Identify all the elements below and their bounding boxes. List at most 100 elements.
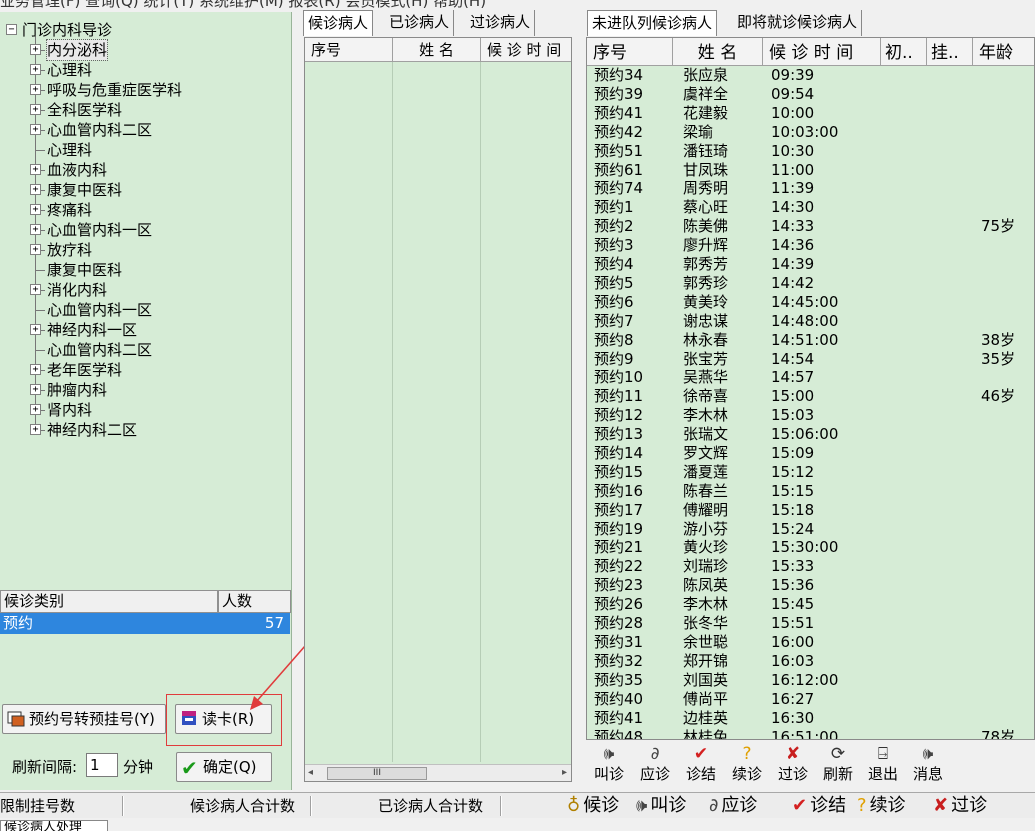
table-row[interactable]: 预约4 郭秀芳 14:39 (587, 255, 1034, 274)
refresh-interval-input[interactable] (86, 753, 118, 777)
table-row[interactable]: 预约28 张冬华 15:51 (587, 614, 1034, 633)
expand-icon[interactable]: + (30, 124, 41, 135)
table-row[interactable]: 预约23 陈凤英 15:36 (587, 576, 1034, 595)
collapse-icon[interactable]: − (6, 24, 17, 35)
expand-icon[interactable]: + (30, 384, 41, 395)
scroll-right-arrow-icon[interactable]: ▸ (562, 765, 567, 781)
table-row[interactable]: 预约74 周秀明 11:39 (587, 179, 1034, 198)
table-row[interactable]: 预约7 谢忠谋 14:48:00 (587, 312, 1034, 331)
not-queued-patient-grid[interactable]: 序号 姓 名 候 诊 时 间 初.. 挂.. 年龄 预约34 张应泉 09:39 预约… (586, 37, 1035, 740)
tree-node-label: 肿瘤内科 (47, 381, 108, 399)
department-tree[interactable]: − 门诊内科导诊 + 内分泌科 + 心理科 + 呼吸与危重症医学科 + 全科医学科 + 心血管内科二区… (0, 16, 292, 586)
toolbar-button-8[interactable]: 🕪 消息 (906, 743, 950, 787)
table-row[interactable]: 预约32 郑开锦 16:03 (587, 652, 1034, 671)
toolbar-button-4[interactable]: ? 续诊 (725, 743, 769, 787)
tab-waiting[interactable]: 候诊病人 (303, 10, 374, 36)
confirm-button[interactable]: ✔ 确定(Q) (176, 752, 272, 782)
table-row[interactable]: 预约13 张瑞文 15:06:00 (587, 425, 1034, 444)
table-row[interactable]: 预约48 林桂兔 16:51:00 78岁 (587, 728, 1034, 739)
tree-node-label: 疼痛科 (47, 201, 93, 219)
tab-missed[interactable]: 过诊病人 (466, 10, 536, 36)
cell-name: 周秀明 (683, 179, 729, 197)
toolbar-button-3[interactable]: ✔ 诊结 (679, 743, 723, 787)
toolbar-button-2[interactable]: ∂ 应诊 (633, 743, 677, 787)
expand-icon[interactable]: + (30, 284, 41, 295)
expand-icon[interactable]: + (30, 324, 41, 335)
table-row[interactable]: 预约26 李木林 15:45 (587, 595, 1034, 614)
table-row[interactable]: 预约21 黄火珍 15:30:00 (587, 538, 1034, 557)
expand-icon[interactable]: + (30, 164, 41, 175)
cell-time: 15:18 (771, 501, 815, 519)
expand-icon[interactable]: + (30, 404, 41, 415)
table-row[interactable]: 预约39 虞祥全 09:54 (587, 85, 1034, 104)
cell-time: 15:06:00 (771, 425, 839, 443)
table-row[interactable]: 预约9 张宝芳 14:54 35岁 (587, 350, 1034, 369)
toolbar-button-6[interactable]: ⟳ 刷新 (816, 743, 860, 787)
col-header-category[interactable]: 候诊类别 (0, 590, 218, 613)
cell-name: 黄美玲 (683, 293, 729, 311)
tab-upcoming[interactable]: 即将就诊候诊病人 (733, 10, 863, 36)
waiting-patient-grid[interactable]: 序号 姓 名 候 诊 时 间 ◂ III ▸ (304, 37, 572, 782)
table-row[interactable]: 预约41 边桂英 16:30 (587, 709, 1034, 728)
expand-icon[interactable]: + (30, 184, 41, 195)
col-header-time[interactable]: 候 诊 时 间 (481, 38, 571, 62)
table-row[interactable]: 预约17 傅耀明 15:18 (587, 501, 1034, 520)
col-header-first-visit[interactable]: 初.. (881, 38, 927, 66)
table-row[interactable]: 预约41 花建毅 10:00 (587, 104, 1034, 123)
col-header-age[interactable]: 年龄 (973, 38, 1034, 66)
col-header-time[interactable]: 候 诊 时 间 (763, 38, 881, 66)
table-row[interactable]: 预约10 吴燕华 14:57 (587, 368, 1034, 387)
expand-icon[interactable]: + (30, 44, 41, 55)
scroll-left-arrow-icon[interactable]: ◂ (308, 765, 313, 781)
expand-icon[interactable]: + (30, 364, 41, 375)
table-row[interactable]: 预约42 梁瑜 10:03:00 (587, 123, 1034, 142)
stethoscope-icon: ∂ (709, 795, 719, 816)
checkmark-icon: ✔ (792, 795, 808, 816)
table-row[interactable]: 预约16 陈春兰 15:15 (587, 482, 1034, 501)
col-header-number[interactable]: 序号 (305, 38, 393, 62)
table-row[interactable]: 预约14 罗文辉 15:09 (587, 444, 1034, 463)
table-row[interactable]: 预约35 刘国英 16:12:00 (587, 671, 1034, 690)
col-header-name[interactable]: 姓 名 (673, 38, 763, 66)
table-row[interactable]: 预约15 潘夏莲 15:12 (587, 463, 1034, 482)
table-row[interactable]: 预约12 李木林 15:03 (587, 406, 1034, 425)
table-row[interactable]: 预约3 廖升辉 14:36 (587, 236, 1034, 255)
expand-icon[interactable]: + (30, 104, 41, 115)
menu-bar[interactable]: 业务管理(F) 查询(Q) 统计(T) 系统维护(M) 报表(R) 会员模式(H… (0, 0, 1035, 8)
table-row[interactable]: 预约22 刘瑞珍 15:33 (587, 557, 1034, 576)
expand-icon[interactable]: + (30, 424, 41, 435)
scroll-thumb[interactable]: III (327, 767, 427, 780)
table-row[interactable]: 预约 57 (0, 613, 290, 634)
col-header-name[interactable]: 姓 名 (393, 38, 481, 62)
table-row[interactable]: 预约8 林永春 14:51:00 38岁 (587, 331, 1034, 350)
expand-icon[interactable]: + (30, 204, 41, 215)
table-row[interactable]: 预约19 游小芬 15:24 (587, 520, 1034, 539)
toolbar-button-1[interactable]: 🕪 叫诊 (587, 743, 631, 787)
table-row[interactable]: 预约6 黄美玲 14:45:00 (587, 293, 1034, 312)
toolbar-button-label: 刷新 (822, 765, 853, 783)
table-row[interactable]: 预约51 潘钰琦 10:30 (587, 142, 1034, 161)
horizontal-scrollbar[interactable]: ◂ III ▸ (305, 764, 571, 781)
table-row[interactable]: 预约5 郭秀珍 14:42 (587, 274, 1034, 293)
table-row[interactable]: 预约34 张应泉 09:39 (587, 66, 1034, 85)
col-header-registration[interactable]: 挂.. (927, 38, 973, 66)
tab-not-queued[interactable]: 未进队列候诊病人 (587, 10, 718, 36)
table-row[interactable]: 预约31 余世聪 16:00 (587, 633, 1034, 652)
table-row[interactable]: 预约2 陈美佛 14:33 75岁 (587, 217, 1034, 236)
col-header-number[interactable]: 序号 (587, 38, 673, 66)
table-row[interactable]: 预约1 蔡心旺 14:30 (587, 198, 1034, 217)
tab-seen[interactable]: 已诊病人 (385, 10, 455, 36)
table-row[interactable]: 预约40 傅尚平 16:27 (587, 690, 1034, 709)
bottom-window-tab[interactable]: 候诊病人处理 (0, 820, 108, 831)
toolbar-button-5[interactable]: ✘ 过诊 (771, 743, 815, 787)
expand-icon[interactable]: + (30, 244, 41, 255)
cell-time: 14:51:00 (771, 331, 839, 349)
convert-appointment-button[interactable]: 预约号转预挂号(Y) (2, 704, 166, 734)
expand-icon[interactable]: + (30, 64, 41, 75)
table-row[interactable]: 预约61 甘凤珠 11:00 (587, 161, 1034, 180)
table-row[interactable]: 预约11 徐帝喜 15:00 46岁 (587, 387, 1034, 406)
col-header-count[interactable]: 人数 (218, 590, 291, 613)
expand-icon[interactable]: + (30, 224, 41, 235)
expand-icon[interactable]: + (30, 84, 41, 95)
toolbar-button-7[interactable]: ⍈ 退出 (861, 743, 905, 787)
